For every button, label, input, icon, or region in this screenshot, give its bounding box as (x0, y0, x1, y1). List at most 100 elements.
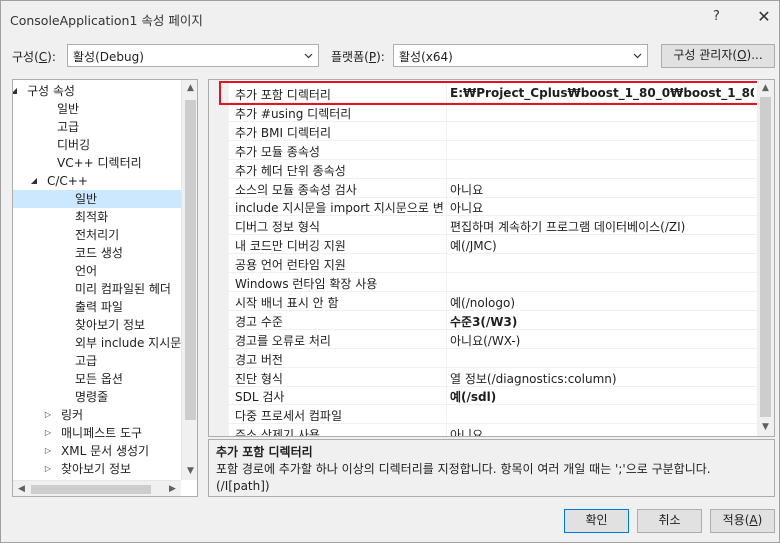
tree-item[interactable]: 고급 (13, 352, 181, 370)
expand-toggle-icon[interactable]: ▷ (43, 424, 53, 442)
property-value[interactable]: 아니요(/WX-) (450, 332, 754, 349)
property-row[interactable]: SDL 검사 예(/sdl) (229, 386, 757, 406)
cancel-button[interactable]: 취소 (637, 509, 702, 533)
tree-item[interactable]: 코드 생성 (13, 244, 181, 262)
property-row[interactable]: 소스의 모듈 종속성 검사 아니요 (229, 178, 757, 198)
scroll-left-icon[interactable]: ◀ (13, 481, 30, 496)
scroll-thumb[interactable] (760, 97, 771, 417)
property-row[interactable]: 시작 배너 표시 안 함 예(/nologo) (229, 291, 757, 311)
tree-item-label: 언어 (75, 264, 98, 278)
tree-item[interactable]: ▷ 매니페스트 도구 (13, 424, 181, 442)
tree-item[interactable]: VC++ 디렉터리 (13, 154, 181, 172)
property-value[interactable]: 예(/sdl) (450, 388, 754, 405)
property-name: 경고를 오류로 처리 (235, 333, 331, 348)
property-name: 추가 헤더 단위 종속성 (235, 163, 346, 178)
property-row[interactable]: 주소 삭제기 사용 아니요 (229, 424, 757, 436)
tree-item[interactable]: 명령줄 (13, 388, 181, 406)
scroll-thumb[interactable] (31, 485, 151, 494)
property-value[interactable]: 수준3(/W3) (450, 313, 754, 330)
property-name: 경고 수준 (235, 314, 283, 329)
property-value[interactable]: 예(/JMC) (450, 237, 754, 254)
tree-item[interactable]: 언어 (13, 262, 181, 280)
property-row[interactable]: 추가 모듈 종속성 (229, 140, 757, 160)
help-button[interactable]: ? (713, 9, 720, 24)
property-name: 진단 형식 (235, 371, 283, 386)
property-name: 추가 #using 디렉터리 (235, 106, 352, 121)
property-value[interactable]: 편집하며 계속하기 프로그램 데이터베이스(/ZI) (450, 218, 754, 235)
tree-item[interactable]: 출력 파일 (13, 298, 181, 316)
property-row[interactable]: 추가 BMI 디렉터리 (229, 121, 757, 141)
scroll-down-icon[interactable]: ▼ (757, 419, 774, 436)
property-row[interactable]: 경고 버전 (229, 348, 757, 368)
config-manager-button[interactable]: 구성 관리자(O)... (661, 44, 775, 68)
scroll-up-icon[interactable]: ▲ (182, 80, 197, 97)
property-row[interactable]: 경고 수준 수준3(/W3) (229, 310, 757, 330)
apply-button[interactable]: 적용(A) (710, 509, 775, 533)
tree-item[interactable]: 디버깅 (13, 136, 181, 154)
column-divider (446, 405, 447, 425)
property-row[interactable]: 내 코드만 디버깅 지원 예(/JMC) (229, 235, 757, 255)
scroll-up-icon[interactable]: ▲ (757, 80, 774, 97)
property-row[interactable]: 경고를 오류로 처리 아니요(/WX-) (229, 329, 757, 349)
tree-item[interactable]: 미리 컴파일된 헤더 (13, 280, 181, 298)
column-divider (446, 386, 447, 406)
column-divider (446, 159, 447, 179)
property-name: 내 코드만 디버깅 지원 (235, 239, 346, 254)
property-value[interactable]: 아니요 (450, 181, 754, 198)
scroll-right-icon[interactable]: ▶ (164, 481, 181, 496)
property-name: 추가 모듈 종속성 (235, 144, 320, 159)
property-row[interactable]: 디버그 정보 형식 편집하며 계속하기 프로그램 데이터베이스(/ZI) (229, 216, 757, 236)
property-row[interactable]: Windows 런타임 확장 사용 (229, 273, 757, 292)
tree-item[interactable]: ▷ XML 문서 생성기 (13, 442, 181, 460)
tree-item[interactable]: ▷ 링커 (13, 406, 181, 424)
description-panel: 추가 포함 디렉터리 포함 경로에 추가할 하나 이상의 디렉터리를 지정합니다… (208, 439, 775, 497)
scroll-down-icon[interactable]: ▼ (182, 463, 197, 480)
property-value[interactable]: 아니요 (450, 426, 754, 436)
column-divider (446, 273, 447, 292)
platform-value: 활성(x64) (399, 50, 453, 64)
tree-item[interactable]: 일반 (13, 100, 181, 118)
property-row[interactable]: 추가 #using 디렉터리 (229, 102, 757, 122)
property-row[interactable]: include 지시문을 import 지시문으로 변 아니요 (229, 197, 757, 217)
close-button[interactable]: ✕ (753, 6, 775, 28)
tree-item[interactable]: 외부 include 지시문 (13, 334, 181, 352)
column-divider (446, 197, 447, 217)
tree-item[interactable]: ◢ 구성 속성 (13, 82, 181, 100)
expand-toggle-icon[interactable]: ◢ (29, 172, 39, 190)
property-name: 다중 프로세서 컴파일 (235, 409, 342, 424)
tree-item[interactable]: 전처리기 (13, 226, 181, 244)
tree-item-label: VC++ 디렉터리 (57, 156, 142, 170)
property-row[interactable]: 추가 헤더 단위 종속성 (229, 159, 757, 179)
config-dropdown[interactable]: 활성(Debug) (67, 44, 319, 67)
expand-toggle-icon[interactable]: ▷ (43, 460, 53, 478)
tree-item[interactable]: 찾아보기 정보 (13, 316, 181, 334)
config-value: 활성(Debug) (73, 50, 144, 64)
tree-item[interactable]: ▷ 찾아보기 정보 (13, 460, 181, 478)
tree-item[interactable]: 최적화 (13, 208, 181, 226)
tree-item[interactable]: 일반 (13, 190, 181, 208)
tree-item[interactable]: ◢ C/C++ (13, 172, 181, 190)
property-row[interactable]: 공용 언어 런타임 지원 (229, 254, 757, 274)
tree-vertical-scrollbar[interactable]: ▲ ▼ (181, 80, 197, 480)
property-grid: 추가 포함 디렉터리 E:₩Project_Cplus₩boost_1_80_0₩… (208, 79, 775, 437)
property-value[interactable]: 예(/nologo) (450, 294, 754, 311)
tree-horizontal-scrollbar[interactable]: ◀ ▶ (13, 480, 181, 496)
property-row[interactable]: 다중 프로세서 컴파일 (229, 405, 757, 425)
column-divider (446, 424, 447, 436)
expand-toggle-icon[interactable]: ▷ (43, 442, 53, 460)
column-divider (446, 254, 447, 274)
tree-item[interactable]: 고급 (13, 118, 181, 136)
tree-item[interactable]: 모든 옵션 (13, 370, 181, 388)
column-divider (446, 310, 447, 330)
expand-toggle-icon[interactable]: ▷ (43, 406, 53, 424)
platform-dropdown[interactable]: 활성(x64) (393, 44, 648, 67)
property-value[interactable]: 아니요 (450, 199, 754, 216)
tree-item-label: 디버깅 (57, 138, 91, 152)
ok-button[interactable]: 확인 (564, 509, 629, 533)
property-value[interactable]: 열 정보(/diagnostics:column) (450, 370, 754, 387)
grid-vertical-scrollbar[interactable]: ▲ ▼ (757, 80, 774, 436)
property-row[interactable]: 진단 형식 열 정보(/diagnostics:column) (229, 367, 757, 387)
expand-toggle-icon[interactable]: ◢ (13, 82, 19, 100)
scroll-thumb[interactable] (185, 100, 196, 420)
property-name: Windows 런타임 확장 사용 (235, 277, 378, 291)
